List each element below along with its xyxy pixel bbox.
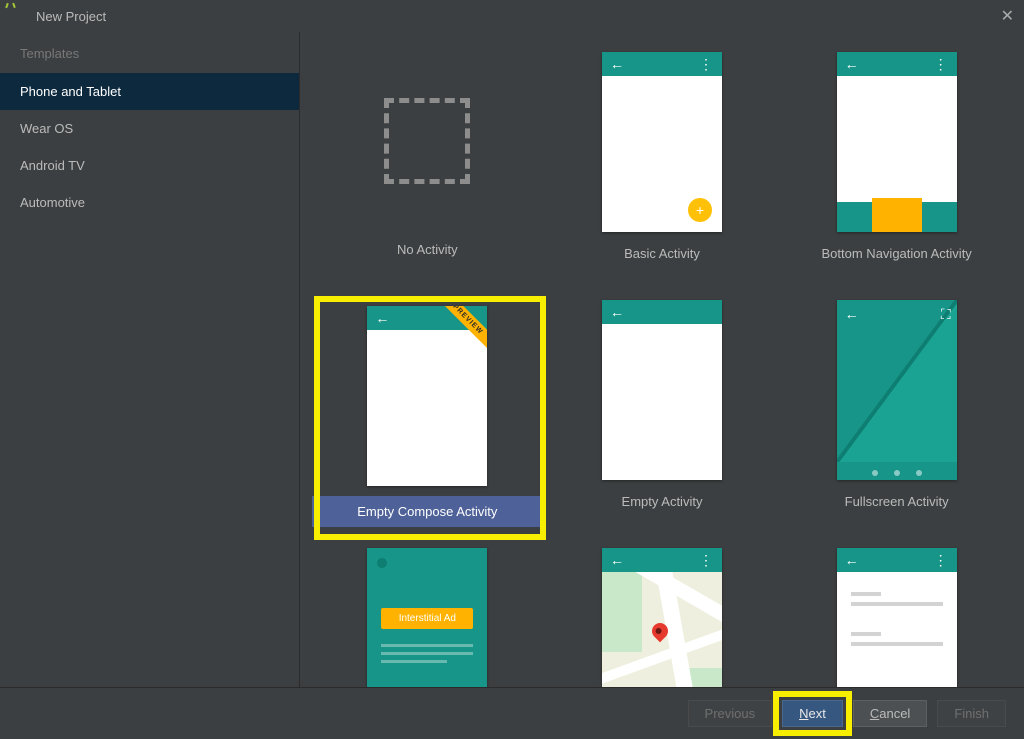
- template-label: Fullscreen Activity: [845, 494, 949, 509]
- thumbnail: Interstitial Ad: [367, 548, 487, 687]
- nav-dots-icon: [837, 470, 957, 476]
- sidebar-item-label: Automotive: [20, 195, 85, 210]
- template-label: Basic Activity: [624, 246, 700, 261]
- dashed-box-icon: [384, 98, 470, 184]
- sidebar-item-phone-tablet[interactable]: Phone and Tablet: [0, 73, 299, 110]
- thumbnail: ← ⛶: [837, 300, 957, 480]
- fullscreen-icon: ⛶: [941, 306, 951, 323]
- thumbnail: ←⋮: [837, 52, 957, 232]
- back-arrow-icon: ←: [610, 552, 624, 568]
- cancel-button[interactable]: Cancel: [853, 700, 927, 727]
- template-empty-activity[interactable]: ← Empty Activity: [545, 300, 780, 548]
- back-arrow-icon: ←: [610, 304, 624, 320]
- template-bottom-navigation[interactable]: ←⋮ Bottom Navigation Activity: [779, 52, 1014, 300]
- template-no-activity[interactable]: No Activity: [310, 52, 545, 300]
- sidebar-header: Templates: [0, 32, 299, 73]
- close-icon[interactable]: ✕: [1001, 6, 1014, 26]
- back-arrow-icon: ←: [375, 310, 389, 326]
- template-label: Empty Compose Activity: [312, 496, 542, 527]
- back-arrow-icon: ←: [845, 306, 859, 322]
- next-button[interactable]: Next: [782, 700, 843, 727]
- back-arrow-icon: ←: [610, 56, 624, 72]
- thumbnail: ←⋮: [837, 548, 957, 687]
- sidebar-item-automotive[interactable]: Automotive: [0, 184, 299, 221]
- finish-button: Finish: [937, 700, 1006, 727]
- thumbnail: ← PREVIEW: [367, 306, 487, 486]
- sidebar-item-label: Android TV: [20, 158, 85, 173]
- back-arrow-icon: ←: [845, 552, 859, 568]
- template-maps[interactable]: ←⋮: [545, 548, 780, 687]
- back-arrow-icon: ←: [845, 56, 859, 72]
- template-label: No Activity: [397, 242, 458, 257]
- sidebar-item-label: Phone and Tablet: [20, 84, 121, 99]
- content-area: Templates Phone and Tablet Wear OS Andro…: [0, 32, 1024, 687]
- template-gallery: No Activity ←⋮ + Basic Activity ←⋮ Botto…: [300, 32, 1024, 687]
- template-label: Empty Activity: [622, 494, 703, 509]
- thumbnail: ← ⋮ +: [602, 52, 722, 232]
- template-login[interactable]: ←⋮: [779, 548, 1014, 687]
- thumbnail: ←⋮: [602, 548, 722, 687]
- template-fullscreen[interactable]: ← ⛶ Fullscreen Activity: [779, 300, 1014, 548]
- template-admob[interactable]: Interstitial Ad: [310, 548, 545, 687]
- overflow-menu-icon: ⋮: [934, 56, 949, 73]
- fab-icon: +: [688, 198, 712, 222]
- overflow-menu-icon: ⋮: [699, 552, 714, 569]
- sidebar-item-wear-os[interactable]: Wear OS: [0, 110, 299, 147]
- footer-bar: Previous Next Cancel Finish: [0, 687, 1024, 739]
- ad-button-label: Interstitial Ad: [381, 608, 473, 629]
- template-empty-compose[interactable]: ← PREVIEW Empty Compose Activity: [310, 300, 545, 548]
- android-icon: [10, 7, 28, 25]
- sidebar-item-android-tv[interactable]: Android TV: [0, 147, 299, 184]
- title-bar: New Project ✕: [0, 0, 1024, 32]
- overflow-menu-icon: ⋮: [699, 56, 714, 73]
- sidebar: Templates Phone and Tablet Wear OS Andro…: [0, 32, 300, 687]
- overflow-menu-icon: ⋮: [934, 552, 949, 569]
- thumbnail: ←: [602, 300, 722, 480]
- previous-button: Previous: [688, 700, 773, 727]
- template-basic-activity[interactable]: ← ⋮ + Basic Activity: [545, 52, 780, 300]
- window-title: New Project: [36, 9, 1001, 24]
- sidebar-item-label: Wear OS: [20, 121, 73, 136]
- template-label: Bottom Navigation Activity: [822, 246, 972, 261]
